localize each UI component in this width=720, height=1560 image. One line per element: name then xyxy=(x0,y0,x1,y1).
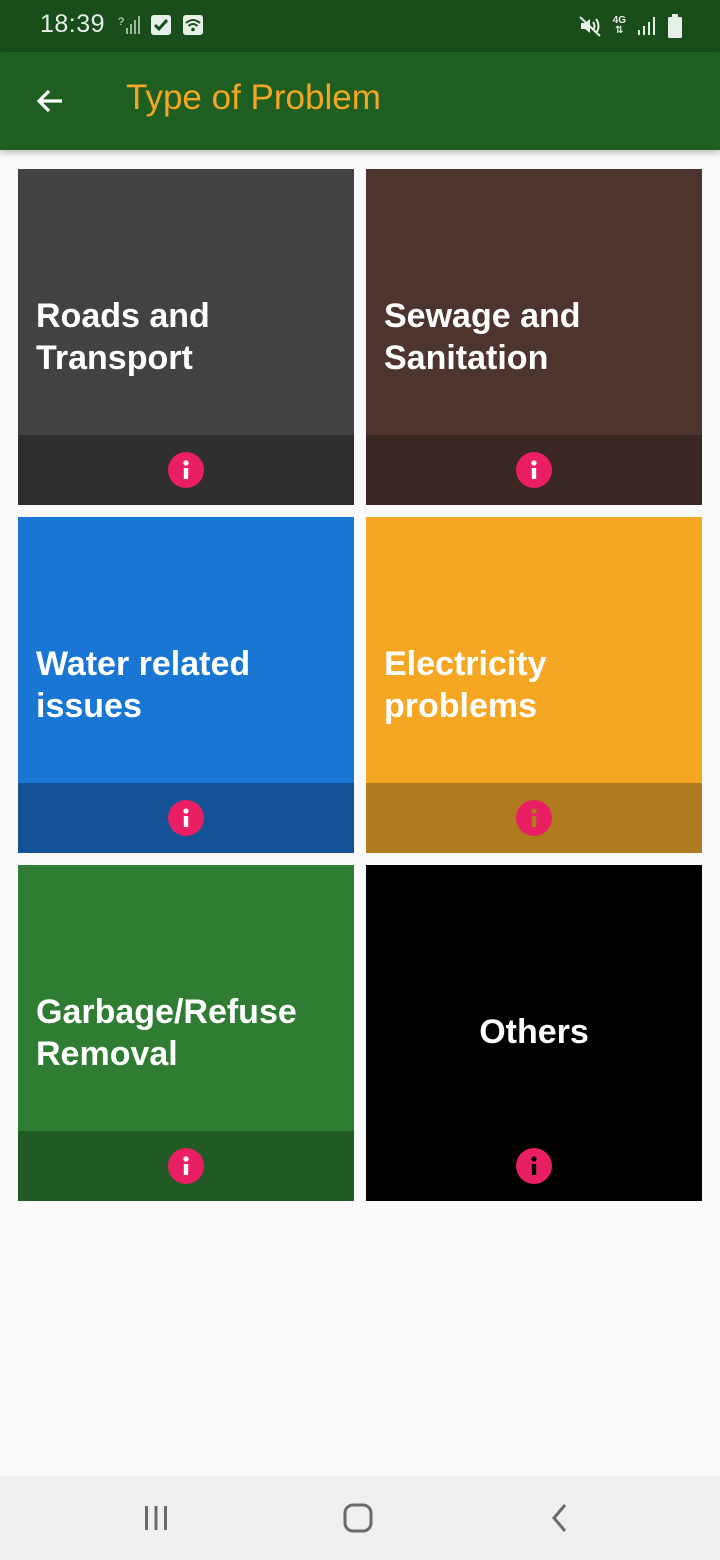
category-label: Electricity problems xyxy=(384,645,547,725)
category-label: Others xyxy=(479,1013,589,1051)
category-tile-sewage-and-sanitation[interactable]: Sewage and Sanitation xyxy=(366,169,702,505)
mute-icon xyxy=(578,16,601,37)
category-label: Water related issues xyxy=(36,645,251,725)
info-icon xyxy=(183,460,189,479)
app-bar: Type of Problem xyxy=(0,52,720,150)
category-label: Garbage/Refuse Removal xyxy=(36,993,297,1073)
info-icon xyxy=(183,1156,189,1175)
info-button[interactable] xyxy=(516,452,552,488)
category-footer xyxy=(18,435,354,505)
category-footer xyxy=(366,783,702,853)
info-icon xyxy=(531,808,537,827)
category-tile-water-related-issues[interactable]: Water related issues xyxy=(18,517,354,853)
info-button[interactable] xyxy=(168,452,204,488)
recent-apps-button[interactable] xyxy=(126,1496,186,1540)
info-icon xyxy=(531,460,537,479)
info-button[interactable] xyxy=(168,1148,204,1184)
back-nav-button[interactable] xyxy=(530,1496,590,1540)
arrow-back-icon xyxy=(36,89,62,113)
4g-data-icon: 4G ⇅ xyxy=(612,15,626,36)
category-footer xyxy=(18,783,354,853)
category-tile-roads-and-transport[interactable]: Roads and Transport xyxy=(18,169,354,505)
category-tile-garbage-refuse-removal[interactable]: Garbage/Refuse Removal xyxy=(18,865,354,1201)
home-icon xyxy=(343,1503,373,1533)
info-icon xyxy=(183,808,189,827)
category-footer xyxy=(366,435,702,505)
info-button[interactable] xyxy=(168,800,204,836)
signal-icon xyxy=(638,17,655,35)
info-button[interactable] xyxy=(516,800,552,836)
back-nav-icon xyxy=(552,1504,567,1532)
category-label: Roads and Transport xyxy=(36,297,210,377)
recent-apps-icon xyxy=(145,1506,167,1530)
wifi-icon xyxy=(183,15,203,35)
system-nav-bar xyxy=(0,1476,720,1560)
info-button[interactable] xyxy=(516,1148,552,1184)
home-button[interactable] xyxy=(328,1496,388,1540)
info-icon xyxy=(531,1156,537,1175)
category-footer xyxy=(366,1131,702,1201)
status-time: 18:39 xyxy=(40,10,106,38)
battery-icon xyxy=(668,14,682,38)
checkbox-notification-icon xyxy=(151,15,171,35)
status-bar: 18:39 ? 4G ⇅ xyxy=(0,0,720,52)
category-grid: Roads and Transport Sewage and Sanitatio… xyxy=(18,169,702,1201)
category-tile-others[interactable]: Others xyxy=(366,865,702,1201)
svg-text:?: ? xyxy=(118,16,124,28)
signal-unknown-icon: ? xyxy=(118,16,140,34)
back-button[interactable] xyxy=(26,77,74,125)
category-footer xyxy=(18,1131,354,1201)
category-tile-electricity-problems[interactable]: Electricity problems xyxy=(366,517,702,853)
page-title: Type of Problem xyxy=(126,78,381,117)
category-label: Sewage and Sanitation xyxy=(384,297,581,377)
